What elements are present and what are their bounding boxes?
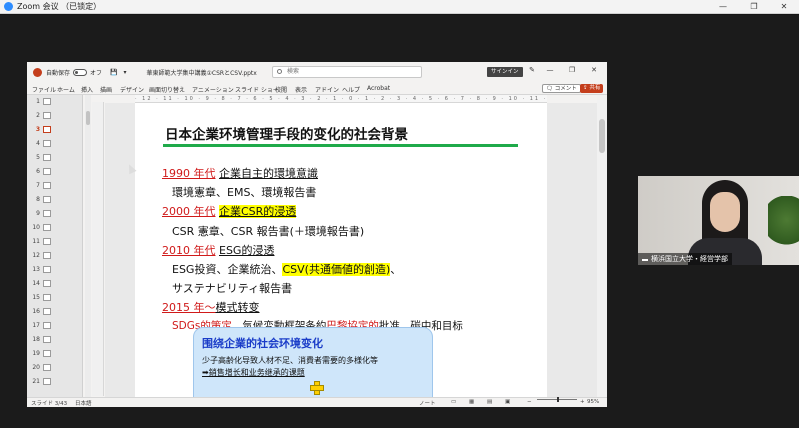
ppt-titlebar: 自動保存 オフ 💾 ▾ 華東師範大学集中講義①CSRとCSV.pptx 検索 サ… bbox=[27, 62, 607, 82]
slide-thumbnail[interactable]: 12 bbox=[27, 251, 82, 262]
tab-draw[interactable]: 描画 bbox=[100, 85, 112, 94]
status-bar: スライド 3/43 日本語 ノート ▭ ▦ ▤ ▣ − + 95% bbox=[27, 397, 607, 407]
search-icon bbox=[277, 69, 282, 74]
zoom-level[interactable]: 95% bbox=[587, 399, 599, 405]
detail-1990: 環境憲章、EMS、環境報告書 bbox=[172, 186, 317, 199]
tab-transitions[interactable]: 画面切り替え bbox=[149, 85, 185, 94]
zoom-window-title: Zoom 会议 （已锁定） bbox=[17, 2, 102, 11]
horizontal-ruler: · 12 · 11 · 10 · 9 · 8 · 7 · 6 · 5 · 4 ·… bbox=[135, 95, 547, 103]
ppt-minimize-button[interactable]: — bbox=[543, 66, 557, 74]
participant-face bbox=[710, 192, 740, 232]
search-placeholder: 検索 bbox=[287, 68, 300, 75]
comment-button[interactable]: 🗨 コメント bbox=[542, 84, 581, 93]
vertical-ruler bbox=[92, 102, 104, 396]
participant-name-tag: 横浜国立大学・経営学部 bbox=[638, 253, 732, 265]
search-box[interactable]: 検索 bbox=[272, 66, 422, 78]
slide-thumbnail[interactable]: 4 bbox=[27, 139, 82, 150]
slide-thumbnail[interactable]: 15 bbox=[27, 293, 82, 304]
notes-button[interactable]: ノート bbox=[419, 399, 436, 407]
save-icon[interactable]: 💾 bbox=[110, 69, 117, 76]
reading-view-icon[interactable]: ▤ bbox=[487, 399, 492, 405]
slide-thumbnail-active[interactable]: 3 bbox=[27, 125, 82, 136]
slide-thumbnail[interactable]: 20 bbox=[27, 363, 82, 374]
slide-thumbnail[interactable]: 1 bbox=[27, 97, 82, 108]
audio-level-icon bbox=[642, 255, 648, 261]
share-button[interactable]: ⇪ 共有 bbox=[580, 84, 604, 93]
tab-view[interactable]: 表示 bbox=[295, 85, 307, 94]
pen-icon[interactable]: ✎ bbox=[525, 66, 539, 74]
autosave-label: 自動保存 bbox=[46, 69, 71, 77]
slide-thumbnail[interactable]: 13 bbox=[27, 265, 82, 276]
plant-background bbox=[768, 196, 799, 256]
tab-design[interactable]: デザイン bbox=[120, 85, 144, 94]
normal-view-icon[interactable]: ▭ bbox=[451, 399, 456, 405]
tab-help[interactable]: ヘルプ bbox=[342, 85, 360, 94]
slide-thumbnail[interactable]: 17 bbox=[27, 321, 82, 332]
close-button[interactable]: ✕ bbox=[769, 0, 799, 14]
tab-review[interactable]: 校閲 bbox=[275, 85, 287, 94]
slide-thumbnail[interactable]: 9 bbox=[27, 209, 82, 220]
tab-animations[interactable]: アニメーション bbox=[192, 85, 234, 94]
tab-acrobat[interactable]: Acrobat bbox=[367, 85, 390, 92]
editor-scrollbar[interactable] bbox=[597, 95, 607, 397]
tab-addins[interactable]: アドイン bbox=[315, 85, 339, 94]
plus-icon bbox=[310, 381, 324, 395]
slide-thumbnail[interactable]: 7 bbox=[27, 181, 82, 192]
timeline-1990: 1990 年代 企業自主的環境意識 bbox=[162, 167, 318, 180]
slide-thumbnail[interactable]: 11 bbox=[27, 237, 82, 248]
document-filename[interactable]: 華東師範大学集中講義①CSRとCSV.pptx bbox=[147, 68, 257, 77]
zoom-slider[interactable] bbox=[537, 397, 577, 402]
zoom-in-icon[interactable]: + bbox=[580, 399, 585, 405]
slide-thumbnail[interactable]: 18 bbox=[27, 335, 82, 346]
slide-thumbnail[interactable]: 10 bbox=[27, 223, 82, 234]
zoom-out-icon[interactable]: − bbox=[527, 399, 532, 405]
autosave-toggle[interactable] bbox=[73, 68, 88, 76]
ribbon-tabs: ファイル ホーム 挿入 描画 デザイン 画面切り替え アニメーション スライド … bbox=[27, 82, 607, 95]
thumbnail-scrollbar[interactable] bbox=[85, 95, 91, 397]
slide-thumbnail[interactable]: 2 bbox=[27, 111, 82, 122]
tab-file[interactable]: ファイル bbox=[32, 85, 56, 94]
slide-thumbnail-pane: 1 2 3 4 5 6 7 8 9 10 11 12 13 14 15 16 1… bbox=[27, 95, 83, 397]
slide-thumbnail[interactable]: 6 bbox=[27, 167, 82, 178]
sorter-view-icon[interactable]: ▦ bbox=[469, 399, 474, 405]
slide-thumbnail[interactable]: 16 bbox=[27, 307, 82, 318]
customize-qat-icon[interactable]: ▾ bbox=[124, 69, 127, 76]
slide-canvas[interactable]: 日本企業环境管理手段的变化的社会背景 1990 年代 企業自主的環境意識 環境憲… bbox=[135, 103, 547, 397]
timeline-2015: 2015 年～模式转变 bbox=[162, 301, 260, 314]
slideshow-view-icon[interactable]: ▣ bbox=[505, 399, 510, 405]
slide-thumbnail[interactable]: 21 bbox=[27, 377, 82, 388]
callout-line-1: 少子高齢化导致人材不足、消費者需要的多様化等 bbox=[202, 356, 378, 365]
tab-home[interactable]: ホーム bbox=[57, 85, 75, 94]
autosave-state: オフ bbox=[90, 69, 103, 77]
minimize-button[interactable]: — bbox=[708, 0, 738, 14]
shared-screen-area: 自動保存 オフ 💾 ▾ 華東師範大学集中講義①CSRとCSV.pptx 検索 サ… bbox=[0, 15, 799, 428]
zoom-titlebar: Zoom 会议 （已锁定） — ❐ ✕ bbox=[0, 0, 799, 14]
slide-thumbnail[interactable]: 8 bbox=[27, 195, 82, 206]
title-underline bbox=[163, 144, 518, 147]
tab-slideshow[interactable]: スライド ショー bbox=[235, 85, 279, 94]
participant-video[interactable]: 横浜国立大学・経営学部 bbox=[638, 176, 799, 265]
slide-thumbnail[interactable]: 19 bbox=[27, 349, 82, 360]
slide-title: 日本企業环境管理手段的变化的社会背景 bbox=[165, 127, 408, 143]
signin-button[interactable]: サインイン bbox=[487, 67, 523, 77]
zoom-logo-icon bbox=[4, 2, 13, 11]
tab-insert[interactable]: 挿入 bbox=[81, 85, 93, 94]
status-language[interactable]: 日本語 bbox=[75, 399, 92, 407]
status-slide-count: スライド 3/43 bbox=[31, 401, 68, 407]
slide-thumbnail[interactable]: 14 bbox=[27, 279, 82, 290]
detail-2010: ESG投資、企業統治、CSV(共通価値的創造)、 bbox=[172, 263, 402, 276]
callout-line-2: ➡銷售增长和业务继承的课题 bbox=[202, 368, 305, 377]
ppt-restore-button[interactable]: ❐ bbox=[565, 66, 579, 74]
detail-2010-b: サステナビリティ報告書 bbox=[172, 282, 293, 295]
powerpoint-logo-icon bbox=[33, 67, 42, 77]
detail-2000: CSR 憲章、CSR 報告書(＋環境報告書) bbox=[172, 225, 365, 238]
powerpoint-window: 自動保存 オフ 💾 ▾ 華東師範大学集中講義①CSRとCSV.pptx 検索 サ… bbox=[27, 62, 607, 407]
slide-thumbnail[interactable]: 5 bbox=[27, 153, 82, 164]
timeline-2000: 2000 年代 企業CSR的浸透 bbox=[162, 205, 297, 218]
maximize-button[interactable]: ❐ bbox=[739, 0, 769, 14]
callout-title: 围绕企業的社会环境变化 bbox=[202, 337, 323, 350]
ppt-close-button[interactable]: ✕ bbox=[587, 66, 601, 74]
timeline-2010: 2010 年代 ESG的浸透 bbox=[162, 244, 275, 257]
